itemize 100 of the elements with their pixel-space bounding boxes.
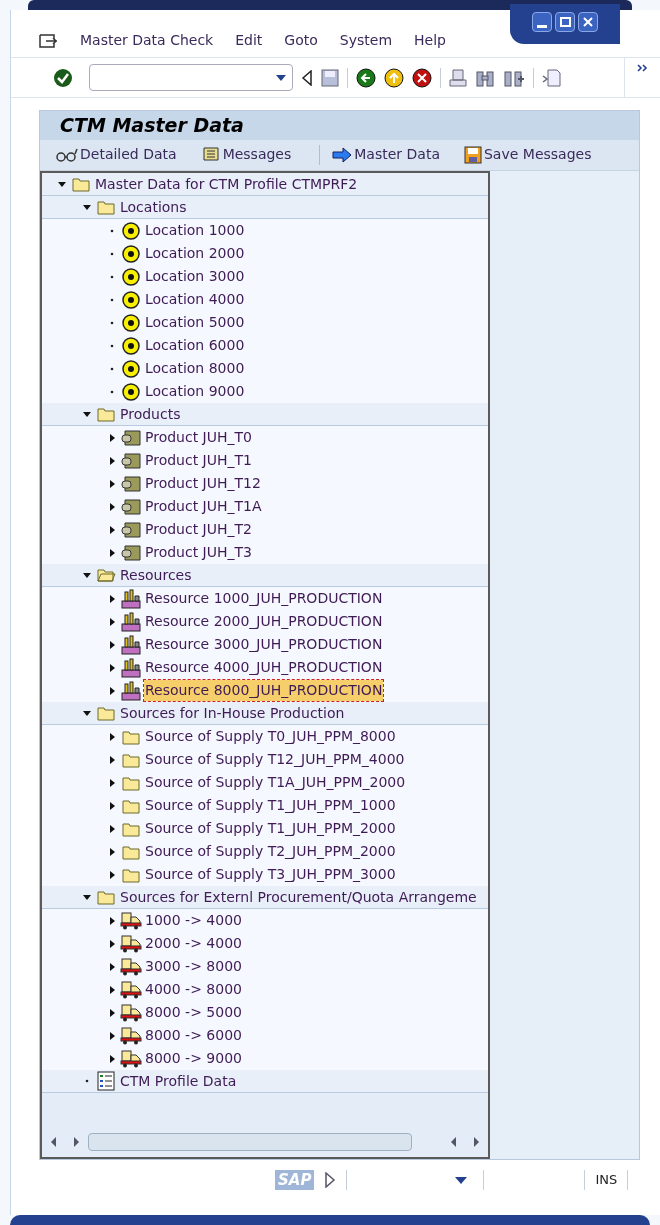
up-icon[interactable]	[384, 67, 404, 88]
collapsed-triangle-icon[interactable]	[107, 961, 117, 972]
menu-item[interactable]: Master Data Check	[80, 30, 214, 51]
expanded-triangle-icon[interactable]	[82, 708, 92, 718]
collapsed-triangle-icon[interactable]	[107, 754, 117, 765]
collapsed-triangle-icon[interactable]	[107, 639, 117, 650]
close-button[interactable]	[578, 12, 598, 32]
document-icon[interactable]	[542, 67, 562, 88]
tree-node[interactable]: Locations	[119, 196, 188, 218]
play-triangle-icon[interactable]	[324, 1172, 337, 1188]
target-icon	[122, 313, 140, 332]
collapsed-triangle-icon[interactable]	[107, 731, 117, 742]
expanded-triangle-icon[interactable]	[57, 179, 67, 189]
menu-item[interactable]: Edit	[235, 30, 263, 51]
menu-item[interactable]: Goto	[284, 30, 318, 51]
toolbar-button[interactable]: Detailed Data	[54, 144, 179, 166]
expanded-triangle-icon[interactable]	[82, 409, 92, 419]
folder-icon	[122, 797, 140, 814]
save-icon[interactable]	[321, 68, 339, 87]
dropdown-caret-icon[interactable]	[276, 74, 286, 81]
tree-node[interactable]: Resource 8000_JUH_PRODUCTION	[144, 680, 384, 701]
product-icon	[121, 543, 141, 562]
collapsed-triangle-icon[interactable]	[107, 915, 117, 926]
more-chevron-icon[interactable]	[636, 64, 649, 72]
close-icon	[583, 17, 593, 27]
command-field[interactable]	[89, 64, 293, 91]
target-icon	[122, 267, 140, 286]
collapsed-triangle-icon[interactable]	[107, 478, 117, 489]
collapsed-triangle-icon[interactable]	[107, 984, 117, 995]
folder-icon	[97, 705, 115, 721]
collapsed-triangle-icon[interactable]	[107, 547, 117, 558]
expanded-triangle-icon[interactable]	[82, 202, 92, 212]
folder-icon	[122, 866, 140, 883]
scrollbar-thumb[interactable]	[88, 1133, 412, 1151]
collapsed-triangle-icon[interactable]	[107, 800, 117, 811]
maximize-button[interactable]	[555, 12, 575, 32]
folder-icon	[122, 820, 140, 837]
binoculars-plus-icon[interactable]	[503, 68, 525, 87]
folder-icon	[97, 199, 115, 215]
product-icon	[121, 520, 141, 539]
product-icon	[121, 497, 141, 516]
print-icon[interactable]	[449, 68, 467, 87]
scroll-icon	[200, 145, 221, 164]
collapsed-triangle-icon[interactable]	[107, 501, 117, 512]
minimize-button[interactable]	[532, 12, 552, 32]
target-icon	[122, 221, 140, 240]
target-icon	[122, 336, 140, 355]
minimize-icon	[537, 25, 547, 28]
toolbar-button[interactable]: Messages	[198, 144, 294, 166]
factory-icon	[121, 634, 141, 655]
expanded-triangle-icon[interactable]	[82, 892, 92, 902]
collapsed-triangle-icon[interactable]	[107, 777, 117, 788]
factory-icon	[121, 680, 141, 701]
factory-icon	[121, 611, 141, 632]
truck-icon	[120, 911, 142, 930]
collapsed-triangle-icon[interactable]	[107, 662, 117, 673]
collapsed-triangle-icon[interactable]	[107, 1007, 117, 1018]
dropdown-caret-icon[interactable]	[455, 1176, 468, 1184]
collapsed-triangle-icon[interactable]	[107, 938, 117, 949]
collapsed-triangle-icon[interactable]	[107, 616, 117, 627]
folder-icon	[72, 176, 90, 192]
collapsed-triangle-icon[interactable]	[107, 455, 117, 466]
truck-icon	[120, 980, 142, 999]
toolbar-button[interactable]: Master Data	[330, 144, 442, 166]
collapsed-triangle-icon[interactable]	[107, 524, 117, 535]
collapsed-triangle-icon[interactable]	[107, 685, 117, 696]
expanded-triangle-icon[interactable]	[82, 570, 92, 580]
collapsed-triangle-icon[interactable]	[107, 432, 117, 443]
folder-icon	[122, 751, 140, 768]
check-icon[interactable]	[53, 67, 73, 88]
product-icon	[121, 474, 141, 493]
open-folder-icon	[96, 567, 116, 583]
truck-icon	[120, 1003, 142, 1022]
tree-node[interactable]: Products	[119, 403, 182, 425]
target-icon	[122, 290, 140, 309]
collapsed-triangle-icon[interactable]	[107, 593, 117, 604]
menu-icon[interactable]	[38, 32, 58, 49]
back-triangle-icon[interactable]	[301, 69, 313, 86]
collapsed-triangle-icon[interactable]	[107, 823, 117, 834]
toolbar-button[interactable]: Save Messages	[462, 144, 594, 166]
collapsed-triangle-icon[interactable]	[107, 1030, 117, 1041]
folder-icon	[97, 406, 115, 422]
back-icon[interactable]	[356, 67, 376, 88]
binoculars-icon[interactable]	[475, 68, 495, 87]
folder-icon	[122, 843, 140, 860]
right-arrow-icon	[332, 146, 353, 163]
menu-item[interactable]: System	[339, 30, 393, 51]
tree-node[interactable]: Resources	[119, 564, 193, 586]
cancel-icon[interactable]	[412, 67, 432, 88]
factory-icon	[121, 657, 141, 678]
collapsed-triangle-icon[interactable]	[107, 846, 117, 857]
menu-item[interactable]: Help	[414, 30, 446, 51]
truck-icon	[120, 1049, 142, 1068]
folder-icon	[122, 728, 140, 745]
collapsed-triangle-icon[interactable]	[107, 869, 117, 880]
target-icon	[122, 382, 140, 401]
collapsed-triangle-icon[interactable]	[107, 1053, 117, 1064]
screen-title: CTM Master Data	[60, 113, 244, 138]
target-icon	[122, 359, 140, 378]
insert-mode: INS	[595, 1171, 618, 1190]
